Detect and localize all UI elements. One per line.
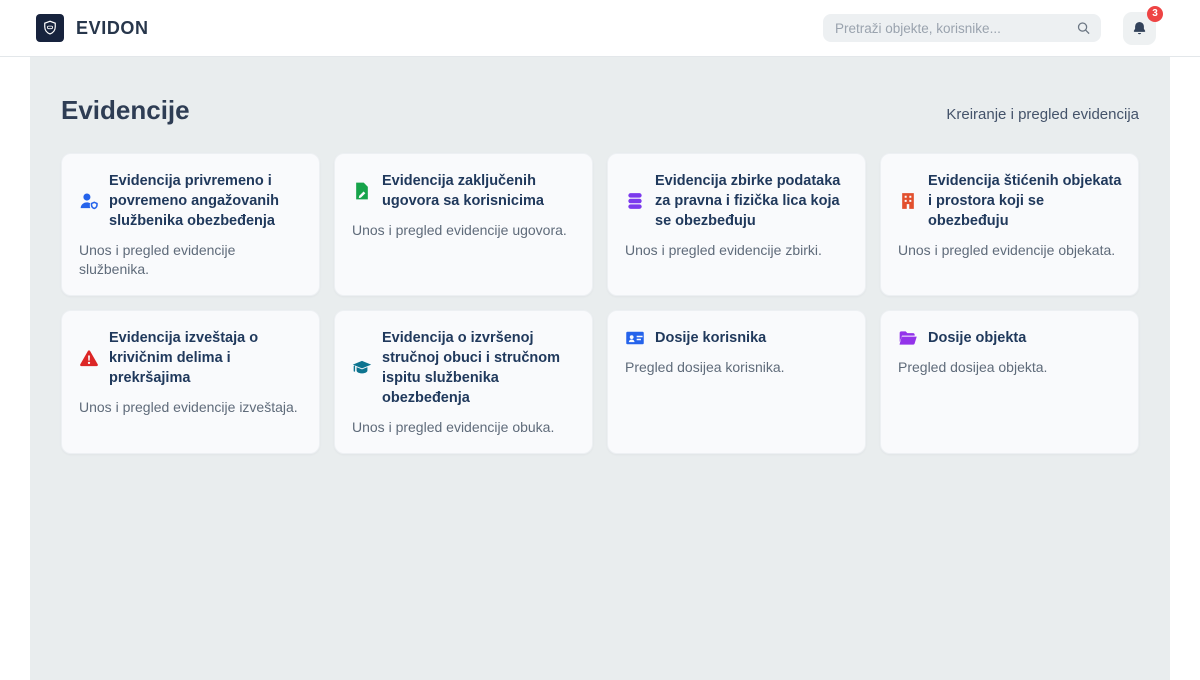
database-icon — [625, 191, 645, 211]
card-evidencija-izvestaja[interactable]: Evidencija izveštaja o krivičnim delima … — [61, 310, 320, 454]
id-card-icon — [625, 328, 645, 348]
file-pen-icon — [352, 181, 372, 201]
card-description: Unos i pregled evidencije službenika. — [79, 241, 304, 279]
warning-triangle-icon — [79, 348, 99, 368]
app-header: EVIDON 3 — [0, 0, 1200, 57]
card-description: Unos i pregled evidencije izveštaja. — [79, 398, 304, 417]
graduation-cap-icon — [352, 358, 372, 378]
main-content: Evidencije Kreiranje i pregled evidencij… — [30, 57, 1170, 680]
card-description: Unos i pregled evidencije obuka. — [352, 418, 577, 437]
card-dosije-objekta[interactable]: Dosije objekta Pregled dosijea objekta. — [880, 310, 1139, 454]
search-icon[interactable] — [1076, 21, 1091, 36]
card-evidencija-objekata[interactable]: Evidencija štićenih objekata i prostora … — [880, 153, 1139, 296]
card-description: Unos i pregled evidencije zbirki. — [625, 241, 850, 260]
card-title: Evidencija o izvršenoj stručnoj obuci i … — [382, 328, 577, 408]
brand-name: EVIDON — [76, 18, 149, 39]
card-title: Evidencija privremeno i povremeno angažo… — [109, 171, 304, 231]
user-shield-icon — [79, 191, 99, 211]
notification-badge: 3 — [1147, 6, 1163, 22]
cards-grid: Evidencija privremeno i povremeno angažo… — [61, 153, 1139, 454]
brand: EVIDON — [36, 14, 149, 42]
card-title: Evidencija zaključenih ugovora sa korisn… — [382, 171, 577, 211]
card-evidencija-zbirke[interactable]: Evidencija zbirke podataka za pravna i f… — [607, 153, 866, 296]
card-evidencija-obuka[interactable]: Evidencija o izvršenoj stručnoj obuci i … — [334, 310, 593, 454]
search-input[interactable] — [823, 14, 1101, 42]
building-icon — [898, 191, 918, 211]
card-description: Pregled dosijea objekta. — [898, 358, 1123, 377]
card-evidencija-ugovora[interactable]: Evidencija zaključenih ugovora sa korisn… — [334, 153, 593, 296]
card-dosije-korisnika[interactable]: Dosije korisnika Pregled dosijea korisni… — [607, 310, 866, 454]
card-title: Dosije korisnika — [655, 328, 766, 348]
search-bar — [823, 14, 1101, 42]
notifications-button[interactable]: 3 — [1123, 12, 1156, 45]
card-description: Unos i pregled evidencije ugovora. — [352, 221, 577, 240]
card-title: Evidencija izveštaja o krivičnim delima … — [109, 328, 304, 388]
card-evidencija-sluzbenika[interactable]: Evidencija privremeno i povremeno angažo… — [61, 153, 320, 296]
shield-logo-icon — [41, 19, 59, 37]
app-logo — [36, 14, 64, 42]
card-title: Evidencija zbirke podataka za pravna i f… — [655, 171, 850, 231]
card-title: Dosije objekta — [928, 328, 1026, 348]
card-description: Unos i pregled evidencije objekata. — [898, 241, 1123, 260]
folder-open-icon — [898, 328, 918, 348]
page-title: Evidencije — [61, 95, 190, 126]
card-title: Evidencija štićenih objekata i prostora … — [928, 171, 1123, 231]
card-description: Pregled dosijea korisnika. — [625, 358, 850, 377]
bell-icon — [1131, 20, 1148, 37]
page-subtitle: Kreiranje i pregled evidencija — [946, 106, 1139, 126]
